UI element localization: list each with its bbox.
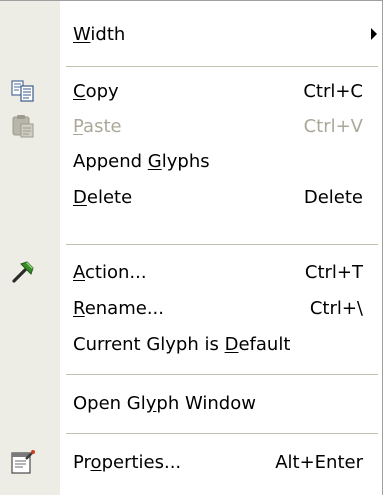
menu-separator	[66, 66, 378, 67]
menu-item-shortcut: Ctrl+\	[309, 297, 363, 319]
copy-icon	[10, 78, 36, 104]
menu-item-label: Paste	[73, 115, 122, 137]
menu-separator	[66, 374, 378, 375]
menu-item-shortcut: Ctrl+T	[304, 261, 363, 283]
context-menu: Width Copy Ctrl+C Paste Ctrl+V Append Gl…	[0, 0, 383, 495]
menu-item-label: Open Glyph Window	[73, 392, 256, 414]
menu-item-shortcut: Ctrl+C	[303, 80, 363, 102]
menu-item-width[interactable]: Width	[0, 11, 382, 57]
menu-item-label: Action...	[73, 261, 147, 283]
menu-item-shortcut: Alt+Enter	[275, 451, 363, 473]
menu-item-label: Current Glyph is Default	[73, 333, 291, 355]
menu-item-open-glyph-window[interactable]: Open Glyph Window	[0, 380, 382, 426]
menu-item-current-glyph-default[interactable]: Current Glyph is Default	[0, 321, 382, 367]
menu-item-label: Properties...	[73, 451, 182, 473]
menu-item-label: Delete	[73, 186, 133, 208]
menu-separator	[66, 433, 378, 434]
menu-item-label: Append Glyphs	[73, 150, 210, 172]
menu-item-shortcut: Ctrl+V	[303, 115, 363, 137]
menu-item-properties[interactable]: Properties... Alt+Enter	[0, 439, 382, 485]
properties-icon	[10, 449, 36, 475]
menu-item-shortcut: Delete	[303, 186, 363, 208]
paste-icon	[10, 113, 36, 139]
menu-item-label: Copy	[73, 80, 119, 102]
hammer-icon	[10, 259, 36, 285]
menu-item-label: Rename...	[73, 297, 164, 319]
menu-item-label: Width	[73, 23, 126, 45]
menu-separator	[66, 244, 378, 245]
menu-item-delete[interactable]: Delete Delete	[0, 174, 382, 220]
submenu-arrow-icon	[371, 28, 377, 40]
